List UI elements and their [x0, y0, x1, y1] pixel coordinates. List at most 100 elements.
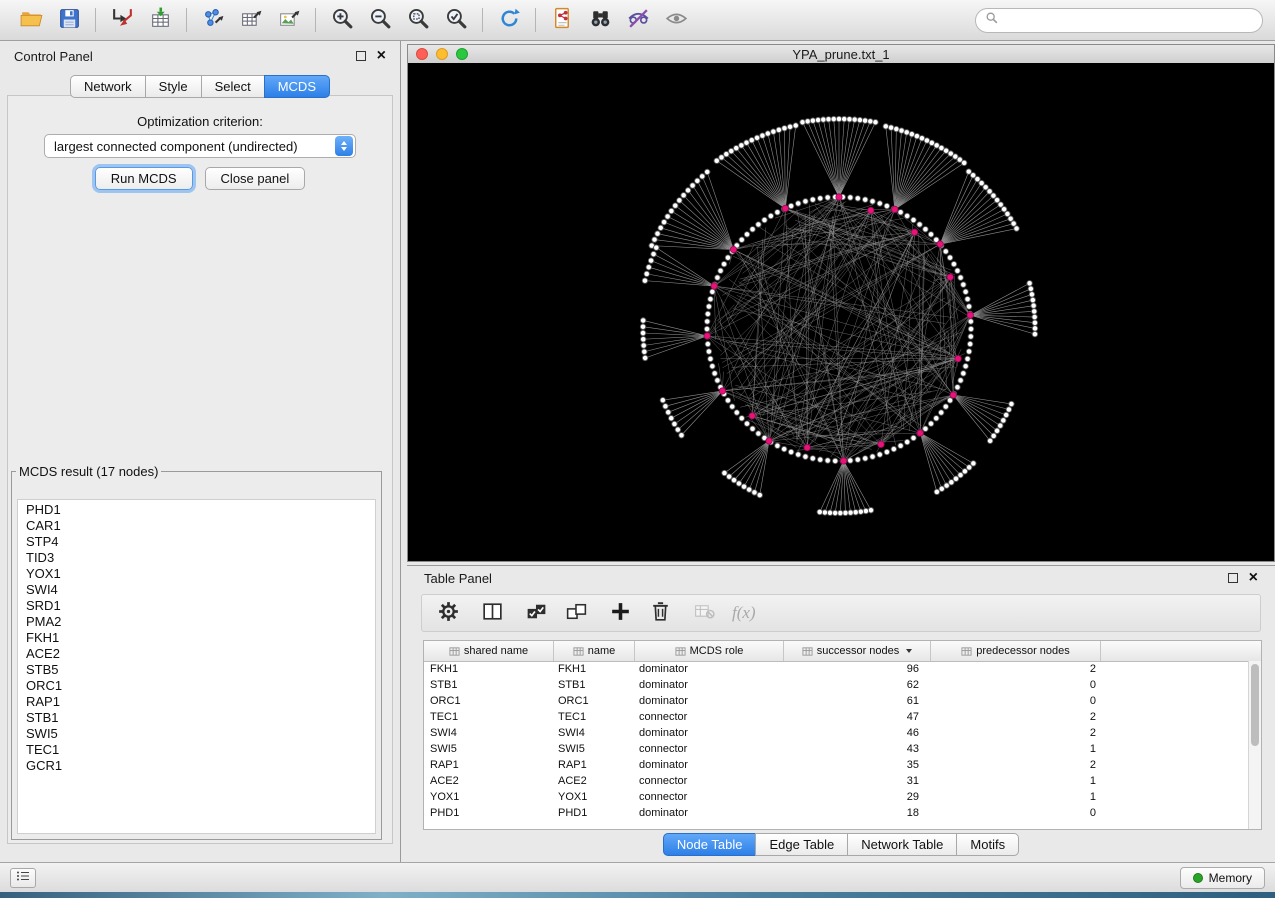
table-cell[interactable]: TEC1 [554, 711, 635, 723]
table-cell[interactable]: dominator [635, 695, 784, 707]
zoom-fit-button[interactable] [399, 4, 437, 36]
table-cell[interactable]: FKH1 [424, 663, 554, 675]
import-table-button[interactable] [141, 4, 179, 36]
table-cell[interactable]: 31 [784, 775, 931, 787]
table-cell[interactable]: ORC1 [424, 695, 554, 707]
column-header-mcds-role[interactable]: MCDS role [635, 641, 784, 661]
mcds-result-item[interactable]: ORC1 [26, 678, 375, 694]
network-canvas[interactable] [408, 63, 1274, 561]
table-cell[interactable]: dominator [635, 807, 784, 819]
table-scrollbar[interactable] [1248, 661, 1261, 829]
tab-network[interactable]: Network [70, 75, 146, 98]
table-row[interactable]: RAP1RAP1dominator352 [424, 757, 1248, 773]
tab-edge-table[interactable]: Edge Table [755, 833, 848, 856]
mcds-result-item[interactable]: TEC1 [26, 742, 375, 758]
clone-network-button[interactable] [543, 4, 581, 36]
table-cell[interactable]: PHD1 [424, 807, 554, 819]
table-cell[interactable]: connector [635, 791, 784, 803]
table-cell[interactable]: YOX1 [554, 791, 635, 803]
delete-column-button[interactable] [642, 598, 678, 628]
mcds-result-item[interactable]: YOX1 [26, 566, 375, 582]
table-cell[interactable]: STB1 [554, 679, 635, 691]
import-network-button[interactable] [103, 4, 141, 36]
table-cell[interactable]: connector [635, 743, 784, 755]
export-table-button[interactable] [232, 4, 270, 36]
table-cell[interactable]: 35 [784, 759, 931, 771]
run-mcds-button[interactable]: Run MCDS [95, 167, 193, 190]
close-table-panel-icon[interactable]: × [1249, 570, 1258, 586]
table-cell[interactable]: RAP1 [424, 759, 554, 771]
table-cell[interactable]: YOX1 [424, 791, 554, 803]
table-cell[interactable]: 2 [931, 727, 1101, 739]
close-panel-button[interactable]: Close panel [205, 167, 306, 190]
table-settings-button[interactable] [430, 598, 466, 628]
table-cell[interactable]: PHD1 [554, 807, 635, 819]
table-cell[interactable]: STB1 [424, 679, 554, 691]
table-row[interactable]: PHD1PHD1dominator180 [424, 805, 1248, 821]
table-cell[interactable]: SWI4 [424, 727, 554, 739]
select-all-columns-button[interactable] [518, 598, 554, 628]
table-cell[interactable]: TEC1 [424, 711, 554, 723]
memory-button[interactable]: Memory [1180, 867, 1265, 889]
show-columns-button[interactable] [474, 598, 510, 628]
float-table-panel-icon[interactable] [1228, 573, 1238, 583]
mcds-result-item[interactable]: GCR1 [26, 758, 375, 774]
table-row[interactable]: TEC1TEC1connector472 [424, 709, 1248, 725]
table-cell[interactable]: 2 [931, 759, 1101, 771]
table-cell[interactable]: connector [635, 775, 784, 787]
mcds-result-item[interactable]: ACE2 [26, 646, 375, 662]
table-cell[interactable]: 29 [784, 791, 931, 803]
tab-select[interactable]: Select [201, 75, 265, 98]
search-network-button[interactable] [581, 4, 619, 36]
mcds-result-item[interactable]: PMA2 [26, 614, 375, 630]
table-cell[interactable]: 1 [931, 743, 1101, 755]
table-row[interactable]: YOX1YOX1connector291 [424, 789, 1248, 805]
tab-network-table[interactable]: Network Table [847, 833, 957, 856]
table-cell[interactable]: dominator [635, 759, 784, 771]
float-panel-icon[interactable] [356, 51, 366, 61]
open-file-button[interactable] [12, 4, 50, 36]
export-image-button[interactable] [270, 4, 308, 36]
hide-selected-button[interactable] [619, 4, 657, 36]
criterion-dropdown[interactable]: largest connected component (undirected) [44, 134, 356, 158]
zoom-in-button[interactable] [323, 4, 361, 36]
tab-node-table[interactable]: Node Table [663, 833, 757, 856]
table-cell[interactable]: 2 [931, 663, 1101, 675]
mcds-result-item[interactable]: PHD1 [26, 502, 375, 518]
mcds-result-item[interactable]: RAP1 [26, 694, 375, 710]
table-cell[interactable]: 0 [931, 807, 1101, 819]
table-cell[interactable]: 47 [784, 711, 931, 723]
mcds-result-item[interactable]: STB5 [26, 662, 375, 678]
table-cell[interactable]: SWI4 [554, 727, 635, 739]
table-cell[interactable]: 61 [784, 695, 931, 707]
mcds-result-item[interactable]: SWI5 [26, 726, 375, 742]
table-cell[interactable]: FKH1 [554, 663, 635, 675]
table-row[interactable]: SWI4SWI4dominator462 [424, 725, 1248, 741]
refresh-network-button[interactable] [490, 4, 528, 36]
column-header-shared-name[interactable]: shared name [424, 641, 554, 661]
export-network-button[interactable] [194, 4, 232, 36]
table-cell[interactable]: ORC1 [554, 695, 635, 707]
table-cell[interactable]: SWI5 [554, 743, 635, 755]
mcds-result-item[interactable]: STB1 [26, 710, 375, 726]
table-cell[interactable]: 18 [784, 807, 931, 819]
column-header-name[interactable]: name [554, 641, 635, 661]
table-cell[interactable]: ACE2 [554, 775, 635, 787]
mcds-result-item[interactable]: STP4 [26, 534, 375, 550]
tab-style[interactable]: Style [145, 75, 202, 98]
function-builder-button[interactable]: f(x) [732, 603, 756, 623]
table-cell[interactable]: 43 [784, 743, 931, 755]
table-row[interactable]: SWI5SWI5connector431 [424, 741, 1248, 757]
mcds-result-item[interactable]: CAR1 [26, 518, 375, 534]
table-row[interactable]: ACE2ACE2connector311 [424, 773, 1248, 789]
mcds-result-item[interactable]: TID3 [26, 550, 375, 566]
table-cell[interactable]: 2 [931, 711, 1101, 723]
table-cell[interactable]: 1 [931, 775, 1101, 787]
status-list-button[interactable] [10, 868, 36, 888]
table-cell[interactable]: 46 [784, 727, 931, 739]
table-cell[interactable]: connector [635, 711, 784, 723]
mcds-result-item[interactable]: SRD1 [26, 598, 375, 614]
create-column-button[interactable] [602, 598, 638, 628]
zoom-out-button[interactable] [361, 4, 399, 36]
zoom-selected-button[interactable] [437, 4, 475, 36]
